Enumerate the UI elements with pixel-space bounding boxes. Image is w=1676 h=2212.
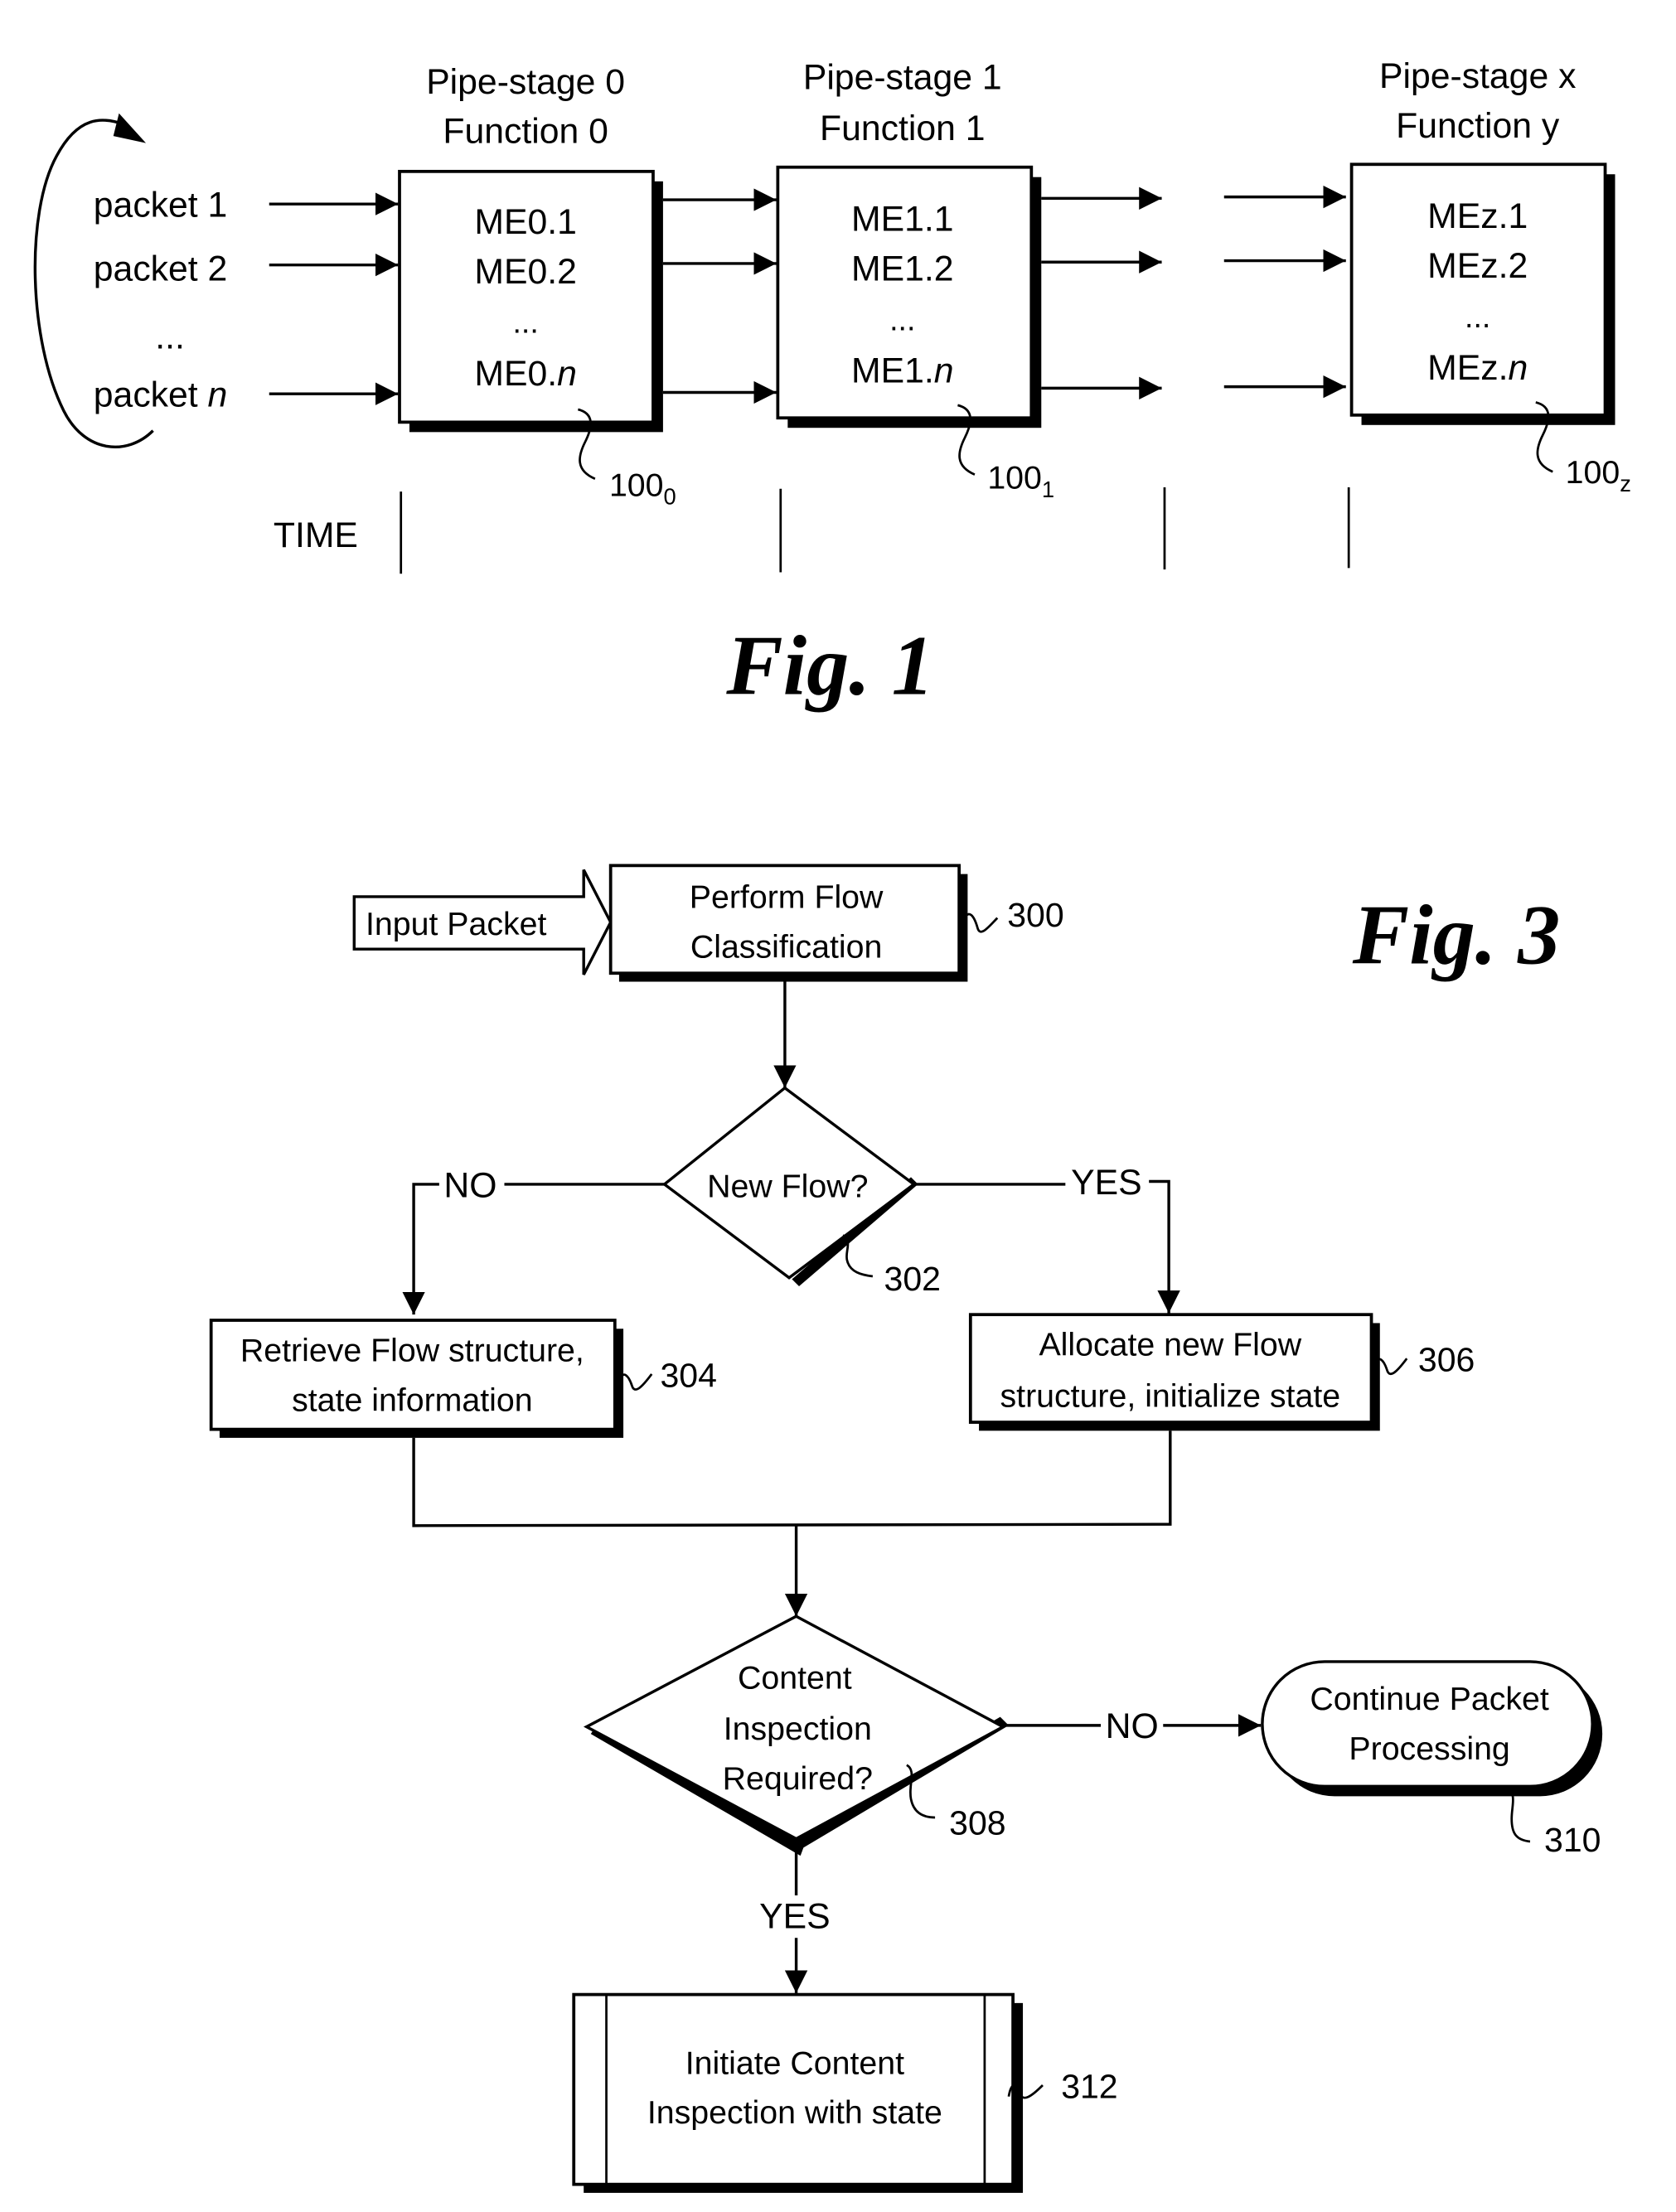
- pipe-stage-1: Pipe-stage 1 Function 1 ME1.1 ME1.2 ... …: [776, 58, 1054, 502]
- predefined-process-box: [572, 1992, 1015, 2186]
- node-304: Retrieve Flow structure, state informati…: [209, 1319, 717, 1438]
- me-ellipsis: ...: [512, 305, 538, 340]
- me-label: MEz.1: [1427, 196, 1528, 236]
- me-label: ME1.2: [851, 249, 953, 288]
- reference-numeral: 312: [1061, 2067, 1117, 2105]
- stage-function: Function 0: [443, 112, 608, 152]
- pipe-stage-0: Pipe-stage 0 Function 0 ME0.1 ME0.2 ... …: [398, 62, 676, 510]
- edge-label-no: NO: [443, 1165, 497, 1205]
- patent-drawing-sheet: packet 1 packet 2 ... packet n Pipe-stag…: [33, 56, 1631, 2193]
- stage-title: Pipe-stage 0: [426, 62, 625, 102]
- node-text: Processing: [1349, 1730, 1509, 1767]
- stage-function: Function y: [1396, 106, 1560, 146]
- node-text: state information: [292, 1382, 533, 1418]
- me-label: ME1.n: [851, 351, 953, 391]
- node-text: Continue Packet: [1310, 1681, 1548, 1717]
- reference-numeral: 1001: [987, 460, 1054, 502]
- reference-numeral: 310: [1544, 1821, 1601, 1859]
- edge-label-no: NO: [1106, 1706, 1159, 1746]
- node-text: Inspection: [724, 1711, 872, 1747]
- node-310: Continue Packet Processing 310: [1261, 1660, 1603, 1859]
- node-text: Initiate Content: [685, 2045, 904, 2081]
- packet-label: packet 1: [94, 186, 228, 225]
- me-ellipsis: ...: [889, 302, 915, 336]
- node-text: Perform Flow: [690, 879, 884, 916]
- packets-ellipsis: ...: [155, 317, 185, 356]
- reference-numeral: 306: [1418, 1341, 1475, 1379]
- fig3-flowchart: Fig. 3 Input Packet Perform Flow Classif…: [209, 864, 1603, 2193]
- reference-numeral: 300: [1007, 896, 1063, 934]
- pipe-stage-x: Pipe-stage x Function y MEz.1 MEz.2 ... …: [1349, 56, 1631, 496]
- stage-title: Pipe-stage x: [1379, 56, 1576, 96]
- node-302: New Flow? 302: [661, 1086, 941, 1298]
- fig1-pipeline-diagram: packet 1 packet 2 ... packet n Pipe-stag…: [33, 56, 1631, 714]
- reference-numeral: 302: [884, 1260, 941, 1298]
- reference-numeral: 1000: [609, 467, 676, 509]
- me-label: MEz.2: [1427, 246, 1528, 286]
- merge-line: [412, 1430, 1172, 1527]
- node-text: structure, initialize state: [1000, 1377, 1341, 1414]
- stage-title: Pipe-stage 1: [803, 58, 1002, 98]
- me-ellipsis: ...: [1465, 299, 1490, 334]
- packet-label: packet n: [94, 375, 228, 415]
- me-label: MEz.n: [1427, 348, 1528, 388]
- node-306: Allocate new Flow structure, initialize …: [968, 1313, 1475, 1431]
- node-text: Allocate new Flow: [1039, 1327, 1301, 1363]
- reference-leader: [962, 912, 999, 933]
- reference-numeral: 304: [660, 1356, 716, 1394]
- flow-arrow: [402, 1183, 439, 1315]
- node-text: Required?: [723, 1760, 873, 1797]
- reference-leader: [842, 1234, 874, 1278]
- edge-label-yes: YES: [759, 1896, 830, 1936]
- node-text: Classification: [690, 928, 883, 965]
- node-text: Retrieve Flow structure,: [240, 1333, 584, 1369]
- me-label: ME0.2: [474, 252, 576, 292]
- recirculate-arrowhead-icon: [113, 113, 147, 143]
- reference-numeral: 308: [949, 1803, 1005, 1842]
- edge-label-yes: YES: [1071, 1163, 1141, 1203]
- figure-caption: Fig. 1: [725, 620, 934, 714]
- figure-caption: Fig. 3: [1352, 888, 1561, 982]
- node-300: Perform Flow Classification 300: [608, 864, 1064, 982]
- node-text: New Flow?: [707, 1168, 868, 1204]
- input-packet-label: Input Packet: [366, 906, 547, 942]
- stage-function: Function 1: [820, 109, 985, 148]
- packet-label: packet 2: [94, 249, 228, 288]
- node-text: Content: [738, 1659, 852, 1696]
- me-label: ME0.n: [474, 354, 576, 394]
- me-label: ME0.1: [474, 202, 576, 242]
- node-312: Initiate Content Inspection with state 3…: [572, 1992, 1118, 2193]
- node-text: Inspection with state: [647, 2094, 942, 2131]
- reference-numeral: 100z: [1566, 454, 1631, 496]
- me-label: ME1.1: [851, 200, 953, 240]
- flow-arrow: [1149, 1179, 1180, 1314]
- time-label: TIME: [274, 515, 358, 555]
- node-308: Content Inspection Required? 308: [583, 1614, 1009, 1856]
- reference-leader: [618, 1373, 653, 1391]
